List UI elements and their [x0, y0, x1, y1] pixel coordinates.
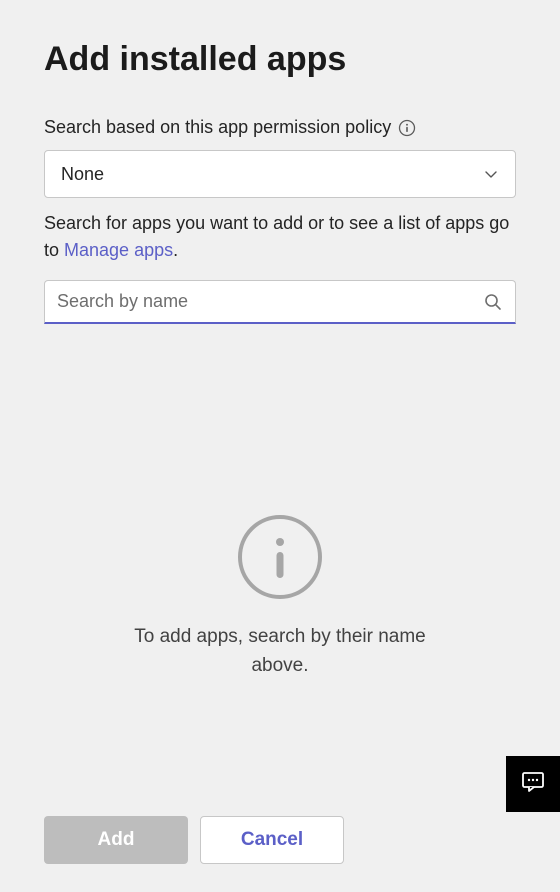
search-input[interactable] — [57, 291, 483, 312]
empty-info-icon — [237, 514, 323, 605]
page-title: Add installed apps — [44, 40, 516, 79]
policy-field-label: Search based on this app permission poli… — [44, 117, 516, 138]
empty-state-text: To add apps, search by their name above. — [120, 623, 440, 680]
helper-text-suffix: . — [173, 240, 178, 260]
policy-label-text: Search based on this app permission poli… — [44, 117, 391, 138]
empty-state: To add apps, search by their name above. — [44, 514, 516, 680]
info-icon[interactable] — [397, 118, 417, 138]
search-box[interactable] — [44, 280, 516, 324]
manage-apps-link[interactable]: Manage apps — [64, 240, 173, 260]
search-icon — [483, 292, 503, 312]
cancel-button[interactable]: Cancel — [200, 816, 344, 864]
chat-icon — [520, 769, 546, 800]
policy-dropdown-value: None — [61, 164, 104, 185]
policy-dropdown[interactable]: None — [44, 150, 516, 198]
chat-widget-button[interactable] — [506, 756, 560, 812]
footer-buttons: Add Cancel — [44, 816, 344, 864]
helper-text: Search for apps you want to add or to se… — [44, 210, 516, 264]
add-button[interactable]: Add — [44, 816, 188, 864]
chevron-down-icon — [483, 166, 499, 182]
